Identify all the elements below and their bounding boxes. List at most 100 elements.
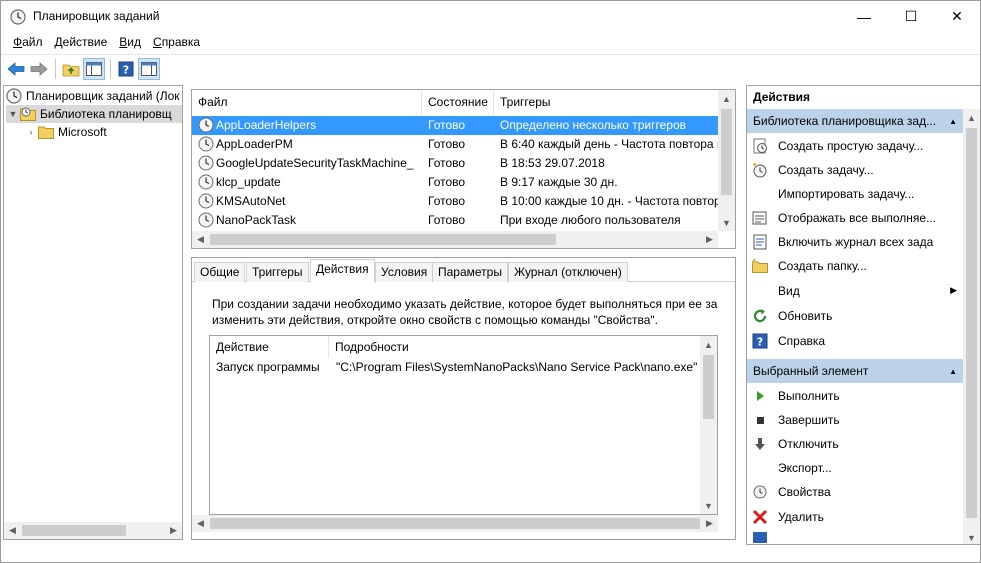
action-export[interactable]: Экспорт... [747,456,963,480]
tab-conditions[interactable]: Условия [375,262,434,282]
window-title: Планировщик заданий [33,9,160,23]
action-delete[interactable]: Удалить [747,505,963,529]
menu-view[interactable]: Вид [113,32,147,53]
scroll-down-icon[interactable]: ▼ [963,529,980,544]
tab-general[interactable]: Общие [194,262,246,282]
task-details: Общие Триггеры Действия Условия Параметр… [191,257,736,540]
task-status: Готово [428,213,466,227]
scrollbar-thumb[interactable] [210,234,556,245]
scroll-left-icon[interactable]: ◀ [192,231,209,248]
run-icon [752,388,768,404]
scroll-left-icon[interactable]: ◀ [192,515,209,532]
action-run[interactable]: Выполнить [747,384,963,408]
scroll-right-icon[interactable]: ▶ [701,231,718,248]
table-row[interactable]: AppLoaderPM Готово В 6:40 каждый день - … [192,135,718,154]
task-name: NanoPackTask [216,213,297,227]
scroll-right-icon[interactable]: ▶ [701,515,718,532]
action-help-partial[interactable] [747,529,963,543]
collapse-icon[interactable]: ▲ [949,367,957,376]
minimize-button[interactable]: — [841,1,887,32]
action-view-menu[interactable]: Вид ▶ [747,279,963,303]
actions-section-selected-item[interactable]: Выбранный элемент ▲ [747,359,963,383]
actions-pane-vertical-scrollbar[interactable]: ▲ ▼ [963,109,980,544]
maximize-button[interactable]: ☐ [888,1,934,32]
scrollbar-thumb[interactable] [966,128,977,518]
table-row[interactable]: GoogleUpdateSecurityTaskMachine_ Готово … [192,154,718,173]
scroll-down-icon[interactable]: ▼ [700,497,717,514]
tab-settings[interactable]: Параметры [432,262,508,282]
scroll-up-icon[interactable]: ▲ [700,336,717,353]
scroll-down-icon[interactable]: ▼ [718,214,735,231]
create-basic-task-icon [752,138,768,154]
no-icon [752,186,768,202]
task-list-vertical-scrollbar[interactable]: ▲ ▼ [718,90,735,231]
scroll-left-icon[interactable]: ◀ [4,522,21,539]
scrollbar-thumb[interactable] [22,525,126,536]
scroll-right-icon[interactable]: ▶ [165,522,182,539]
action-refresh[interactable]: Обновить [747,304,963,328]
menu-action[interactable]: Действие [49,32,114,53]
scrollbar-thumb[interactable] [721,109,732,195]
table-row[interactable]: KMSAutoNet Готово В 10:00 каждые 10 дн. … [192,192,718,211]
chevron-down-icon[interactable]: ▼ [6,109,20,119]
scrollbar-thumb[interactable] [210,518,700,529]
action-enable-history[interactable]: Включить журнал всех зада [747,230,963,254]
menu-bar: Файл Действие Вид Справка [1,32,980,53]
action-help[interactable]: ? Справка [747,329,963,353]
column-header-details[interactable]: Подробности [329,336,699,358]
tree-item-root[interactable]: Планировщик заданий (Лок [6,87,180,105]
table-row[interactable]: NanoPackTask Готово При входе любого пол… [192,211,718,230]
actions-section-library[interactable]: Библиотека планировщика зад... ▲ [747,109,963,133]
action-disable[interactable]: Отключить [747,432,963,456]
action-display-running[interactable]: Отображать все выполняе... [747,206,963,230]
tree-item-microsoft[interactable]: › Microsoft [24,123,107,141]
task-name: GoogleUpdateSecurityTaskMachine_ [216,156,414,170]
scroll-up-icon[interactable]: ▲ [718,90,735,107]
menu-help[interactable]: Справка [147,32,206,53]
task-trigger: Определено несколько триггеров [500,118,687,132]
scroll-up-icon[interactable]: ▲ [963,109,980,126]
action-import-task[interactable]: Импортировать задачу... [747,182,963,206]
action-details[interactable]: "C:\Program Files\SystemNanoPacks\Nano S… [336,360,697,374]
column-header-status[interactable]: Состояние [422,90,494,114]
action-create-task[interactable]: Создать задачу... [747,158,963,182]
task-list-horizontal-scrollbar[interactable]: ◀ ▶ [192,231,718,248]
help-icon [752,529,768,543]
chevron-right-icon[interactable]: › [24,127,38,137]
table-row[interactable]: AppLoaderHelpers Готово Определено неско… [192,116,718,135]
scrollbar-thumb[interactable] [703,355,714,419]
column-header-file[interactable]: Файл [192,90,422,114]
up-folder-button[interactable] [60,58,82,80]
help-icon: ? [752,333,768,349]
svg-text:?: ? [123,63,129,76]
task-name: klcp_update [216,175,281,189]
table-row[interactable]: klcp_update Готово В 9:17 каждые 30 дн. [192,173,718,192]
details-horizontal-scrollbar[interactable]: ◀ ▶ [192,515,718,532]
action-create-basic-task[interactable]: Создать простую задачу... [747,134,963,158]
action-end[interactable]: Завершить [747,408,963,432]
tab-triggers[interactable]: Триггеры [246,262,309,282]
action-properties[interactable]: Свойства [747,480,963,504]
folder-icon [38,126,54,139]
back-button[interactable] [5,58,27,80]
menu-file[interactable]: Файл [7,32,49,53]
help-icon: ? [118,61,134,76]
actions-table-vertical-scrollbar[interactable]: ▲ ▼ [700,336,717,514]
column-header-triggers[interactable]: Триггеры [494,90,718,114]
tab-actions[interactable]: Действия [310,259,375,283]
help-button[interactable]: ? [115,58,137,80]
action-new-folder[interactable]: Создать папку... [747,254,963,278]
show-hide-action-pane-button[interactable] [138,57,160,80]
action-type[interactable]: Запуск программы [216,360,320,374]
column-header-action[interactable]: Действие [210,336,329,358]
submenu-arrow-icon: ▶ [950,285,957,295]
forward-button[interactable] [28,58,50,80]
tree-item-library[interactable]: ▼ Библиотека планировщ [6,105,182,123]
close-button[interactable]: ✕ [934,1,980,32]
properties-icon [752,484,768,500]
show-hide-console-tree-button[interactable] [83,57,105,80]
tree-horizontal-scrollbar[interactable]: ◀ ▶ [4,522,182,539]
task-name: AppLoaderPM [216,137,293,151]
collapse-icon[interactable]: ▲ [949,117,957,126]
tab-history[interactable]: Журнал (отключен) [508,262,628,282]
